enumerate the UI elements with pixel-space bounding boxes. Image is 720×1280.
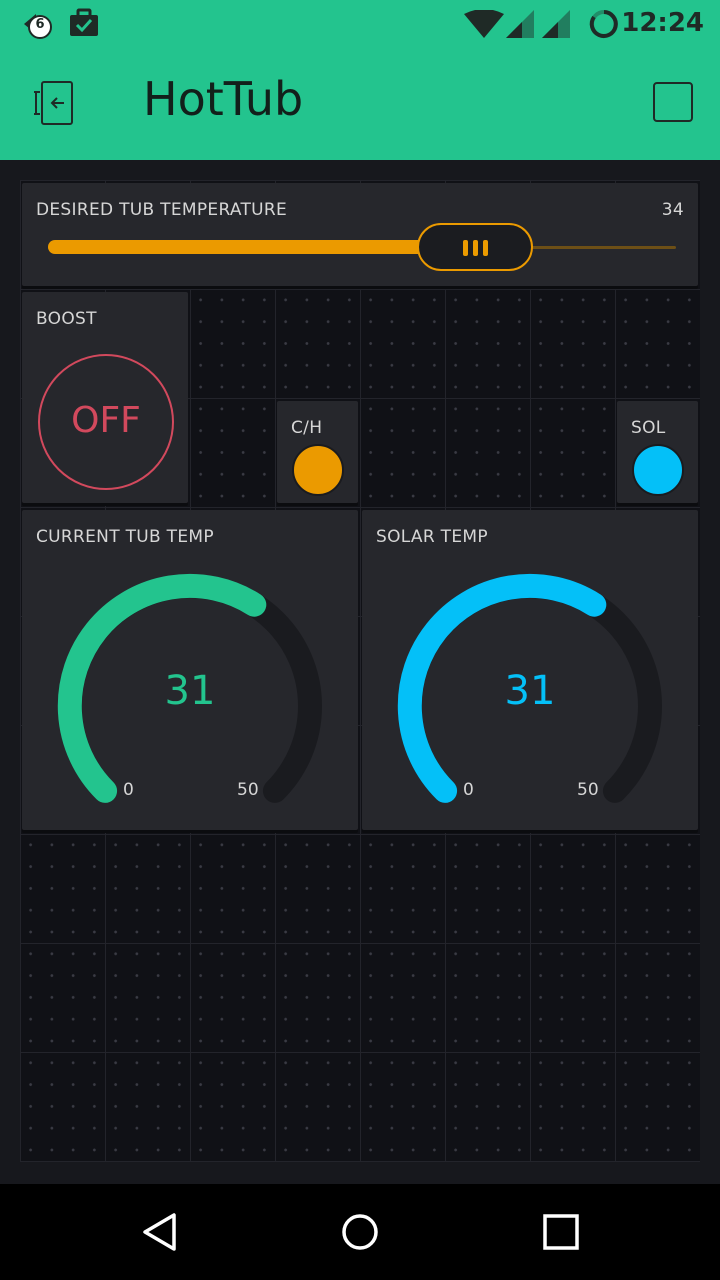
recents-square-icon bbox=[543, 1214, 579, 1250]
notification-badge-icon: 6 bbox=[22, 10, 54, 40]
app-bar: HotTub bbox=[0, 50, 720, 160]
signal-icon bbox=[504, 10, 536, 44]
gauge-min: 0 bbox=[463, 780, 474, 800]
grip-icon bbox=[463, 240, 469, 256]
recents-button[interactable] bbox=[541, 1212, 581, 1252]
boost-label: BOOST bbox=[36, 309, 97, 329]
boost-button[interactable]: OFF bbox=[38, 354, 174, 490]
grip-icon bbox=[473, 240, 479, 256]
status-bar: 6 12:24 bbox=[0, 0, 720, 50]
page-title: HotTub bbox=[143, 72, 304, 126]
exit-icon bbox=[34, 81, 73, 125]
status-time: 12:24 bbox=[621, 8, 704, 38]
home-button[interactable] bbox=[340, 1212, 380, 1252]
briefcase-check-icon bbox=[68, 8, 100, 42]
back-triangle-icon bbox=[143, 1213, 176, 1251]
gauge-max: 50 bbox=[237, 780, 259, 800]
back-button[interactable] bbox=[140, 1212, 180, 1252]
signal-icon-2 bbox=[540, 10, 572, 44]
boost-state: OFF bbox=[71, 400, 141, 441]
gauge-widget-current-tub: CURRENT TUB TEMP 31 0 50 bbox=[22, 510, 358, 830]
navigation-bar bbox=[0, 1184, 720, 1280]
stop-button[interactable] bbox=[653, 82, 693, 122]
grip-icon bbox=[483, 240, 489, 256]
led-indicator-ch bbox=[292, 444, 344, 496]
led-indicator-sol bbox=[632, 444, 684, 496]
slider-handle[interactable] bbox=[417, 223, 534, 271]
temperature-slider-widget: DESIRED TUB TEMPERATURE 34 bbox=[22, 183, 698, 286]
gauge-widget-solar: SOLAR TEMP 31 0 50 bbox=[362, 510, 698, 830]
led-widget-sol: SOL bbox=[617, 401, 698, 503]
battery-ring-icon bbox=[588, 8, 620, 44]
gauge-value: 31 bbox=[164, 668, 216, 714]
gauge-max: 50 bbox=[577, 780, 599, 800]
boost-widget: BOOST OFF bbox=[22, 292, 188, 503]
notification-count: 6 bbox=[35, 17, 45, 32]
gauge-min: 0 bbox=[123, 780, 134, 800]
exit-project-button[interactable] bbox=[30, 78, 84, 132]
slider-label: DESIRED TUB TEMPERATURE bbox=[36, 200, 288, 220]
slider-fill bbox=[48, 240, 476, 254]
led-widget-ch: C/H bbox=[277, 401, 358, 503]
led-label: SOL bbox=[631, 418, 666, 438]
wifi-icon bbox=[464, 9, 504, 44]
led-label: C/H bbox=[291, 418, 323, 438]
home-circle-icon bbox=[342, 1214, 378, 1250]
gauge-value: 31 bbox=[504, 668, 556, 714]
slider-value: 34 bbox=[661, 200, 684, 220]
